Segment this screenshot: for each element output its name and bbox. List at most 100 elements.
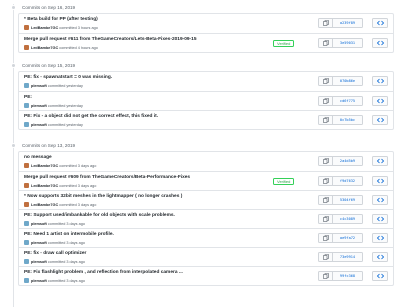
author-link[interactable]: LedBambe7GC	[31, 46, 58, 50]
author-link[interactable]: LedBambe7GC	[31, 203, 58, 207]
sha-button-group: 2a4d5b9	[318, 156, 363, 166]
author-link[interactable]: plemsoft	[31, 84, 47, 88]
commit-sha-link[interactable]: c4c3089	[333, 214, 363, 224]
copy-sha-button[interactable]	[318, 271, 333, 281]
commit-row: Merge pull request #611 from TheGameCrea…	[19, 33, 393, 52]
author-link[interactable]: LedBambe7GC	[31, 26, 58, 30]
commit-message-link[interactable]: no message	[24, 155, 52, 160]
browse-repo-button[interactable]	[372, 18, 388, 28]
author-avatar[interactable]	[24, 183, 29, 188]
commit-date-label: Commits on Sep 15, 2019	[22, 63, 76, 68]
sha-button-group: 5304f69	[318, 195, 363, 205]
commit-message-link[interactable]: * Beta build for PP (after testing)	[24, 17, 98, 22]
author-avatar[interactable]	[24, 103, 29, 108]
copy-sha-button[interactable]	[318, 156, 333, 166]
browse-repo-button[interactable]	[372, 96, 388, 106]
commit-meta: plemsoft committed 3 days ago	[24, 278, 85, 283]
commit-row: PE: Fix flashlight problem , and reflect…	[19, 266, 393, 285]
commit-sha-link[interactable]: a239f89	[333, 18, 363, 28]
commit-message-link[interactable]: PE:	[24, 95, 32, 100]
browse-repo-button[interactable]	[372, 115, 388, 125]
commit-sha-link[interactable]: 0c7b5bc	[333, 115, 363, 125]
commit-list: * Beta build for PP (after testing) LedBa…	[18, 13, 394, 53]
commit-message-link[interactable]: Merge pull request #611 from TheGameCrea…	[24, 37, 197, 42]
copy-sha-button[interactable]	[318, 115, 333, 125]
verified-badge[interactable]: Verified	[273, 40, 295, 47]
commit-time: committed yesterday	[47, 122, 83, 127]
commit-row: PE: Support used/imbankable for old obje…	[19, 209, 393, 228]
browse-repo-button[interactable]	[372, 233, 388, 243]
commit-row: * Beta build for PP (after testing) LedBa…	[19, 14, 393, 33]
commit-message-link[interactable]: PE: Fix - a object did not get the corre…	[24, 114, 158, 119]
commit-sha-link[interactable]: 73e9914	[333, 252, 363, 262]
author-link[interactable]: plemsoft	[31, 279, 47, 283]
sha-button-group: 3e59031	[318, 38, 363, 48]
commit-message-link[interactable]: PE: Support used/imbankable for old obje…	[24, 213, 175, 218]
commit-sha-link[interactable]: 2a4d5b9	[333, 156, 363, 166]
author-avatar[interactable]	[24, 25, 29, 30]
commit-message-link[interactable]: * Now supports 32bit meshes in the light…	[24, 194, 182, 199]
author-avatar[interactable]	[24, 202, 29, 207]
commit-sha-link[interactable]: 070b86e	[333, 76, 363, 86]
code-icon	[376, 98, 384, 104]
commit-sha-link[interactable]: 5304f69	[333, 195, 363, 205]
copy-sha-button[interactable]	[318, 195, 333, 205]
commit-message-link[interactable]: PE: Need 1 artist on intermobile profile…	[24, 232, 114, 237]
browse-repo-button[interactable]	[372, 271, 388, 281]
author-link[interactable]: LedBambe7GC	[31, 164, 58, 168]
commit-sha-link[interactable]: f9d7632	[333, 176, 363, 186]
author-link[interactable]: plemsoft	[31, 222, 47, 226]
commit-list: no message LedBambe7GC committed 3 days ag…	[18, 151, 394, 286]
browse-repo-button[interactable]	[372, 76, 388, 86]
commit-row: PE: plemsoft committed yesterday cd6f775	[19, 91, 393, 110]
commit-time: committed 3 hours ago	[59, 25, 98, 30]
copy-sha-button[interactable]	[318, 38, 333, 48]
author-link[interactable]: plemsoft	[31, 123, 47, 127]
commit-message-link[interactable]: PE: fix - spawnatstart = 0 was missing.	[24, 75, 112, 80]
timeline-dot-icon	[11, 5, 16, 10]
copy-sha-button[interactable]	[318, 176, 333, 186]
commit-sha-link[interactable]: 99fc368	[333, 271, 363, 281]
code-icon	[376, 20, 384, 26]
copy-sha-button[interactable]	[318, 18, 333, 28]
commit-meta: plemsoft committed 3 days ago	[24, 259, 85, 264]
author-link[interactable]: LedBambe7GC	[31, 184, 58, 188]
code-icon	[376, 254, 384, 260]
browse-repo-button[interactable]	[372, 156, 388, 166]
commit-date-label: Commits on Sep 13, 2019	[22, 143, 76, 148]
copy-sha-button[interactable]	[318, 233, 333, 243]
browse-repo-button[interactable]	[372, 214, 388, 224]
author-link[interactable]: plemsoft	[31, 260, 47, 264]
copy-sha-button[interactable]	[318, 76, 333, 86]
author-link[interactable]: plemsoft	[31, 104, 47, 108]
code-icon	[376, 117, 384, 123]
author-avatar[interactable]	[24, 163, 29, 168]
verified-badge[interactable]: Verified	[273, 178, 295, 185]
browse-repo-button[interactable]	[372, 252, 388, 262]
clipboard-icon	[322, 197, 329, 203]
author-avatar[interactable]	[24, 45, 29, 50]
commit-sha-link[interactable]: 3e59031	[333, 38, 363, 48]
browse-repo-button[interactable]	[372, 176, 388, 186]
clipboard-icon	[322, 178, 329, 184]
browse-repo-button[interactable]	[372, 195, 388, 205]
commit-date-label: Commits on Sep 16, 2019	[22, 5, 76, 10]
clipboard-icon	[322, 158, 329, 164]
author-avatar[interactable]	[24, 122, 29, 127]
commit-message-link[interactable]: PE: fix - draw call optimizer	[24, 251, 86, 256]
author-avatar[interactable]	[24, 240, 29, 245]
commit-message-link[interactable]: PE: Fix flashlight problem , and reflect…	[24, 270, 183, 275]
author-link[interactable]: plemsoft	[31, 241, 47, 245]
commit-sha-link[interactable]: ae9fa72	[333, 233, 363, 243]
commit-sha-link[interactable]: cd6f775	[333, 96, 363, 106]
copy-sha-button[interactable]	[318, 214, 333, 224]
commit-message-link[interactable]: Merge pull request #609 from TheGameCrea…	[24, 175, 190, 180]
author-avatar[interactable]	[24, 221, 29, 226]
copy-sha-button[interactable]	[318, 252, 333, 262]
commit-time: committed yesterday	[47, 83, 83, 88]
author-avatar[interactable]	[24, 83, 29, 88]
author-avatar[interactable]	[24, 259, 29, 264]
copy-sha-button[interactable]	[318, 96, 333, 106]
browse-repo-button[interactable]	[372, 38, 388, 48]
author-avatar[interactable]	[24, 278, 29, 283]
